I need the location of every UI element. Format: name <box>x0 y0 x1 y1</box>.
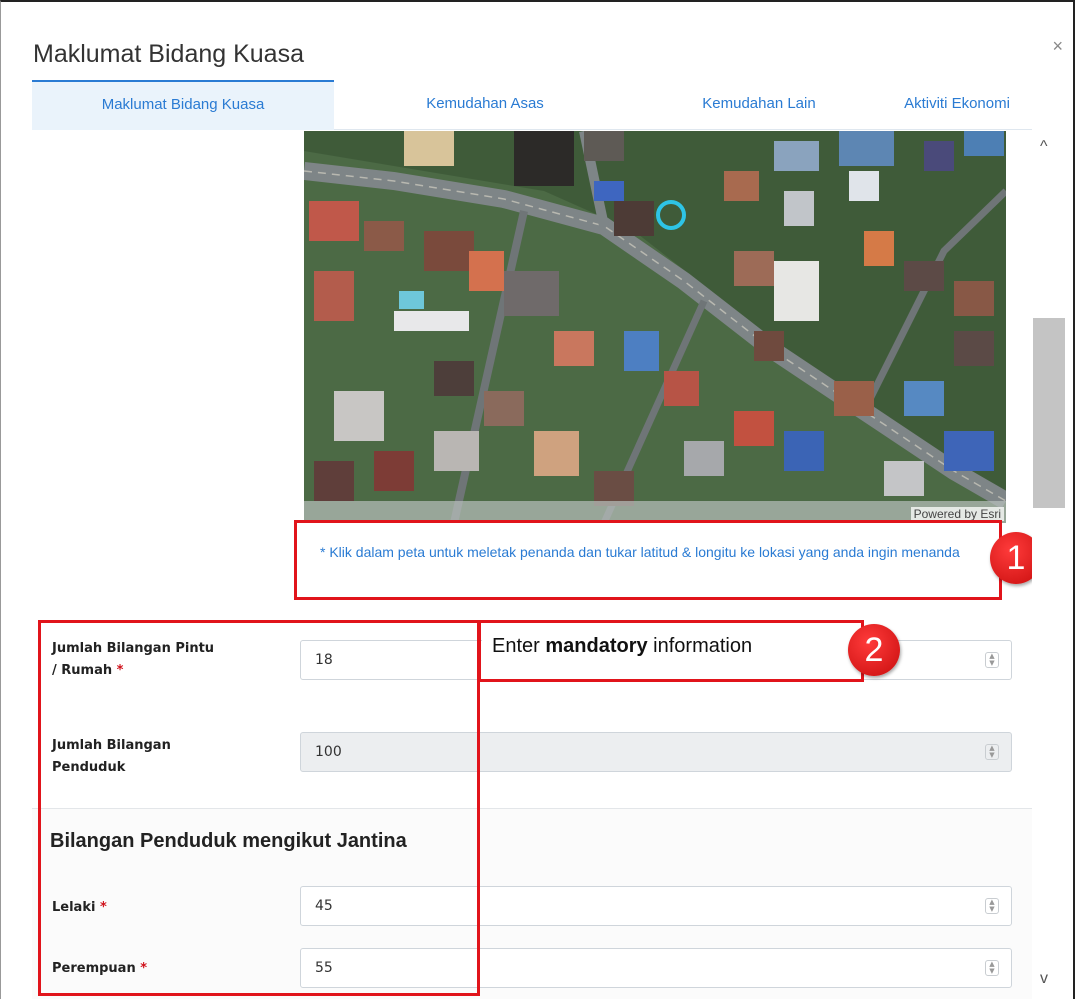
number-stepper-icon: ▲ ▼ <box>985 744 999 760</box>
number-stepper-icon[interactable]: ▲ ▼ <box>985 652 999 668</box>
tab-aktiviti-ekonomi[interactable]: Aktiviti Ekonomi <box>882 80 1032 130</box>
tab-maklumat-bidang-kuasa[interactable]: Maklumat Bidang Kuasa <box>32 80 334 130</box>
number-stepper-icon[interactable]: ▲ ▼ <box>985 960 999 976</box>
tab-kemudahan-asas[interactable]: Kemudahan Asas <box>334 80 636 130</box>
scroll-up-icon[interactable]: ^ <box>1040 138 1048 156</box>
close-icon[interactable]: × <box>1052 36 1063 57</box>
map-hint-text: * Klik dalam peta untuk meletak penanda … <box>320 544 960 560</box>
scrollbar-track[interactable] <box>1032 131 1066 999</box>
tab-bar: Maklumat Bidang Kuasa Kemudahan Asas Kem… <box>32 80 1032 130</box>
scrollbar-thumb[interactable] <box>1033 318 1065 508</box>
satellite-map[interactable]: Powered by Esri <box>304 131 1006 523</box>
esri-attribution: Powered by Esri <box>910 507 1004 521</box>
modal-title: Maklumat Bidang Kuasa <box>33 40 304 68</box>
annotation-badge-2: 2 <box>848 624 900 676</box>
number-stepper-icon[interactable]: ▲ ▼ <box>985 898 999 914</box>
annotation-box-2-fields <box>38 620 480 996</box>
map-imagery <box>304 131 1006 523</box>
scroll-down-icon[interactable]: v <box>1040 970 1048 988</box>
tab-kemudahan-lain[interactable]: Kemudahan Lain <box>636 80 882 130</box>
annotation-box-2-callout <box>478 620 864 682</box>
